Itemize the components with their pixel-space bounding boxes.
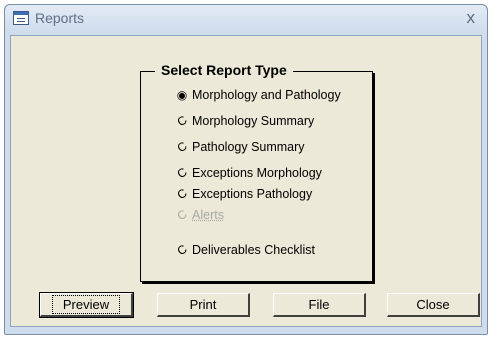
option-label: Morphology and Pathology <box>192 88 341 102</box>
option-exceptions-pathology[interactable]: C Exceptions Pathology <box>173 185 313 203</box>
report-type-group: Select Report Type ◉ Morphology and Patho… <box>140 62 373 282</box>
radio-unselected-icon[interactable]: C <box>173 185 191 203</box>
radio-unselected-icon[interactable]: C <box>173 241 191 259</box>
close-button-label: Close <box>416 297 450 312</box>
option-label: Morphology Summary <box>192 114 315 128</box>
option-morphology-and-pathology[interactable]: ◉ Morphology and Pathology <box>176 88 341 102</box>
option-alerts: C Alerts <box>174 206 224 224</box>
file-button-label: File <box>308 297 330 312</box>
option-deliverables-checklist[interactable]: C Deliverables Checklist <box>173 241 315 259</box>
option-pathology-summary[interactable]: C Pathology Summary <box>173 138 305 156</box>
window-title: Reports <box>35 10 85 26</box>
dialog-body: Select Report Type ◉ Morphology and Patho… <box>10 35 482 327</box>
option-morphology-summary[interactable]: C Morphology Summary <box>173 112 315 130</box>
file-button[interactable]: File <box>273 293 366 317</box>
group-title: Select Report Type <box>155 62 293 78</box>
preview-button-label: Preview <box>51 295 121 314</box>
radio-selected-icon[interactable]: ◉ <box>176 88 188 102</box>
radio-unselected-icon[interactable]: C <box>173 164 191 182</box>
print-button-label: Print <box>189 297 217 312</box>
preview-button[interactable]: Preview <box>39 292 134 318</box>
option-exceptions-morphology[interactable]: C Exceptions Morphology <box>173 164 322 182</box>
print-button[interactable]: Print <box>157 293 250 317</box>
report-form-icon <box>13 11 29 25</box>
option-label: Pathology Summary <box>192 140 305 154</box>
close-button[interactable]: Close <box>387 293 480 317</box>
title-bar[interactable]: Reports x <box>5 5 487 33</box>
radio-unselected-icon[interactable]: C <box>173 138 191 156</box>
radio-disabled-icon: C <box>174 206 190 224</box>
option-label: Exceptions Morphology <box>192 166 322 180</box>
close-window-button[interactable]: x <box>467 8 476 28</box>
option-label: Alerts <box>192 208 224 222</box>
reports-window: Reports x Select Report Type ◉ Morphology… <box>4 4 488 335</box>
option-label: Deliverables Checklist <box>192 243 315 257</box>
option-label: Exceptions Pathology <box>192 187 313 201</box>
radio-unselected-icon[interactable]: C <box>173 112 191 130</box>
